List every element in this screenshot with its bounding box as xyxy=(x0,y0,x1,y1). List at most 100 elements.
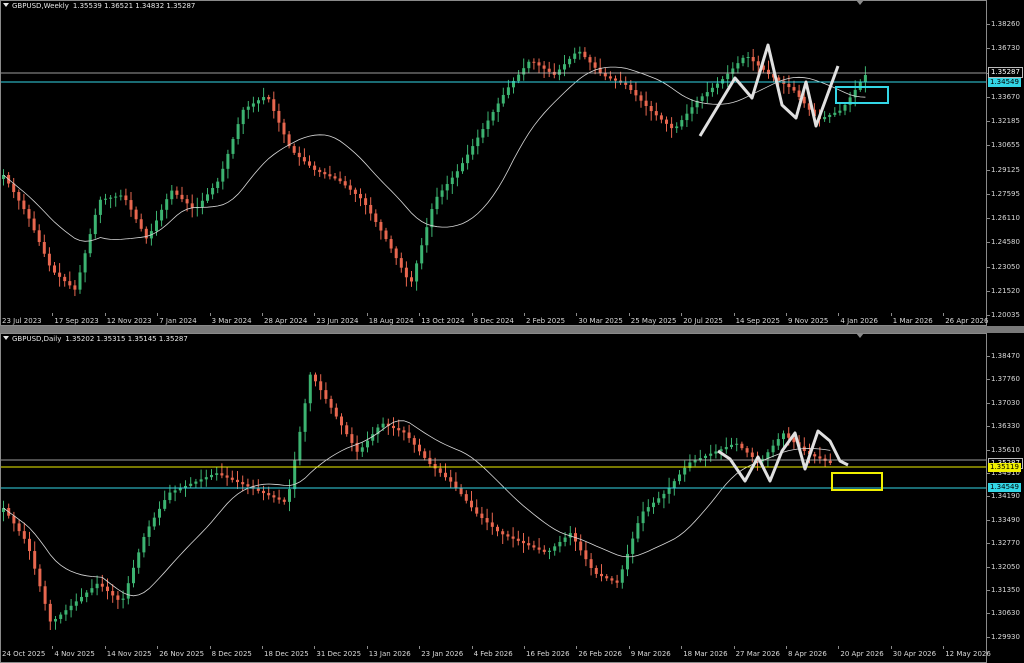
price-axis-tick xyxy=(987,449,990,451)
price-axis-label: 1.32050 xyxy=(991,562,1020,571)
time-axis-tick xyxy=(52,646,54,649)
time-axis-label: 27 Mar 2026 xyxy=(735,650,780,658)
price-axis-label: 1.33670 xyxy=(991,92,1020,101)
time-axis-label: 26 Feb 2026 xyxy=(578,650,622,658)
weekly-level-price-tag: 1.34549 xyxy=(988,78,1021,87)
price-axis-tick xyxy=(987,315,990,316)
time-axis-tick xyxy=(943,646,945,649)
weekly-chart-panel[interactable]: GBPUSD,Weekly 1.35539 1.36521 1.34832 1.3… xyxy=(0,0,1024,326)
time-axis-label: 7 Jan 2024 xyxy=(159,317,197,325)
price-axis-label: 1.26110 xyxy=(991,214,1020,222)
daily-cyan-price-tag: 1.34549 xyxy=(988,483,1021,492)
time-axis-label: 18 Mar 2026 xyxy=(683,650,728,658)
time-axis-tick xyxy=(471,313,473,316)
daily-symbol-label: GBPUSD,Daily xyxy=(12,335,62,343)
time-axis-label: 17 Sep 2023 xyxy=(54,317,99,325)
price-axis-tick xyxy=(987,519,990,521)
weekly-current-price-tag: 1.35287 xyxy=(988,67,1023,78)
time-axis-label: 8 Dec 2024 xyxy=(473,317,514,325)
time-axis-label: 25 May 2025 xyxy=(630,317,677,325)
time-axis-label: 16 Feb 2026 xyxy=(526,650,570,658)
weekly-shift-marker-icon[interactable] xyxy=(856,0,864,5)
price-axis-label: 1.36730 xyxy=(991,44,1020,53)
time-axis-label: 18 Dec 2025 xyxy=(264,650,309,658)
price-axis-label: 1.29125 xyxy=(991,165,1020,174)
time-axis-tick xyxy=(786,313,787,316)
time-axis-tick xyxy=(262,313,263,316)
price-axis-tick xyxy=(987,473,990,474)
time-axis-tick xyxy=(838,646,840,649)
daily-shift-marker-icon[interactable] xyxy=(856,333,864,338)
price-axis-label: 1.36330 xyxy=(991,422,1020,431)
weekly-ohlc-values: 1.35539 1.36521 1.34832 1.35287 xyxy=(72,2,196,10)
time-axis-tick xyxy=(628,313,630,316)
time-axis-label: 26 Apr 2026 xyxy=(945,317,989,325)
time-axis-tick xyxy=(681,313,683,316)
panel-separator[interactable] xyxy=(0,326,1024,333)
time-axis-label: 3 Mar 2024 xyxy=(211,317,252,325)
time-axis-tick xyxy=(681,646,683,649)
price-axis-tick xyxy=(987,543,990,545)
time-axis-tick xyxy=(209,313,211,316)
price-axis-tick xyxy=(987,96,990,98)
time-axis-label: 23 Jul 2023 xyxy=(2,317,42,325)
price-axis-label: 1.37760 xyxy=(991,375,1020,384)
price-axis-tick xyxy=(987,169,990,171)
price-axis-label: 1.21520 xyxy=(991,286,1020,295)
time-axis-label: 30 Apr 2026 xyxy=(892,650,937,658)
time-axis-tick xyxy=(890,313,892,316)
price-axis-tick xyxy=(987,636,990,638)
time-axis-label: 23 Jun 2024 xyxy=(316,317,359,325)
daily-chart-panel[interactable]: GBPUSD,Daily 1.35202 1.35315 1.35145 1.35… xyxy=(0,333,1024,663)
time-axis-label: 12 Nov 2023 xyxy=(106,317,152,325)
time-axis-tick xyxy=(0,313,1,316)
price-axis-tick xyxy=(987,496,990,498)
time-axis-label: 1 Mar 2026 xyxy=(892,317,933,325)
time-axis-tick xyxy=(52,313,54,316)
daily-yellow-price-tag: 1.35119 xyxy=(988,463,1021,472)
time-axis-tick xyxy=(943,313,945,316)
price-axis-tick xyxy=(987,356,990,357)
time-axis-label: 30 Mar 2025 xyxy=(578,317,623,325)
collapse-arrow-icon[interactable] xyxy=(3,3,9,7)
time-axis-tick xyxy=(786,646,787,649)
weekly-chart-frame xyxy=(0,0,987,326)
price-axis-label: 1.35610 xyxy=(991,445,1020,454)
daily-chart-frame xyxy=(0,333,987,663)
time-axis-label: 14 Nov 2025 xyxy=(106,650,152,658)
weekly-symbol-label: GBPUSD,Weekly xyxy=(12,2,69,10)
time-axis-tick xyxy=(157,646,159,649)
price-axis-label: 1.23050 xyxy=(991,262,1020,271)
time-axis-label: 8 Dec 2025 xyxy=(211,650,252,658)
time-axis-tick xyxy=(262,646,263,649)
time-axis-tick xyxy=(628,646,630,649)
time-axis-label: 28 Apr 2024 xyxy=(264,317,308,325)
time-axis-tick xyxy=(104,646,106,649)
price-axis-label: 1.30630 xyxy=(991,609,1020,618)
time-axis-label: 13 Oct 2024 xyxy=(421,317,465,325)
price-axis-tick xyxy=(987,121,990,122)
time-axis-label: 20 Jul 2025 xyxy=(683,317,723,325)
time-axis-tick xyxy=(890,646,892,649)
price-axis-tick xyxy=(987,193,990,195)
price-axis-tick xyxy=(987,566,990,568)
time-axis-label: 14 Sep 2025 xyxy=(735,317,780,325)
time-axis-tick xyxy=(209,646,211,649)
price-axis-label: 1.24580 xyxy=(991,238,1020,247)
time-axis-label: 4 Feb 2026 xyxy=(473,650,513,658)
daily-chart-header: GBPUSD,Daily 1.35202 1.35315 1.35145 1.35… xyxy=(0,333,188,346)
price-axis-tick xyxy=(987,24,990,25)
price-axis-label: 1.37030 xyxy=(991,398,1020,407)
time-axis-label: 8 Apr 2026 xyxy=(788,650,827,658)
time-axis-tick xyxy=(366,646,368,649)
price-axis-label: 1.32185 xyxy=(991,117,1020,125)
time-axis-tick xyxy=(104,313,106,316)
time-axis-label: 23 Jan 2026 xyxy=(421,650,464,658)
time-axis-tick xyxy=(0,646,1,649)
collapse-arrow-icon[interactable] xyxy=(3,336,9,340)
time-axis-tick xyxy=(471,646,473,649)
time-axis-tick xyxy=(157,313,159,316)
price-axis-label: 1.31350 xyxy=(991,586,1020,594)
price-axis-tick xyxy=(987,218,990,219)
price-axis-label: 1.38260 xyxy=(991,20,1020,28)
